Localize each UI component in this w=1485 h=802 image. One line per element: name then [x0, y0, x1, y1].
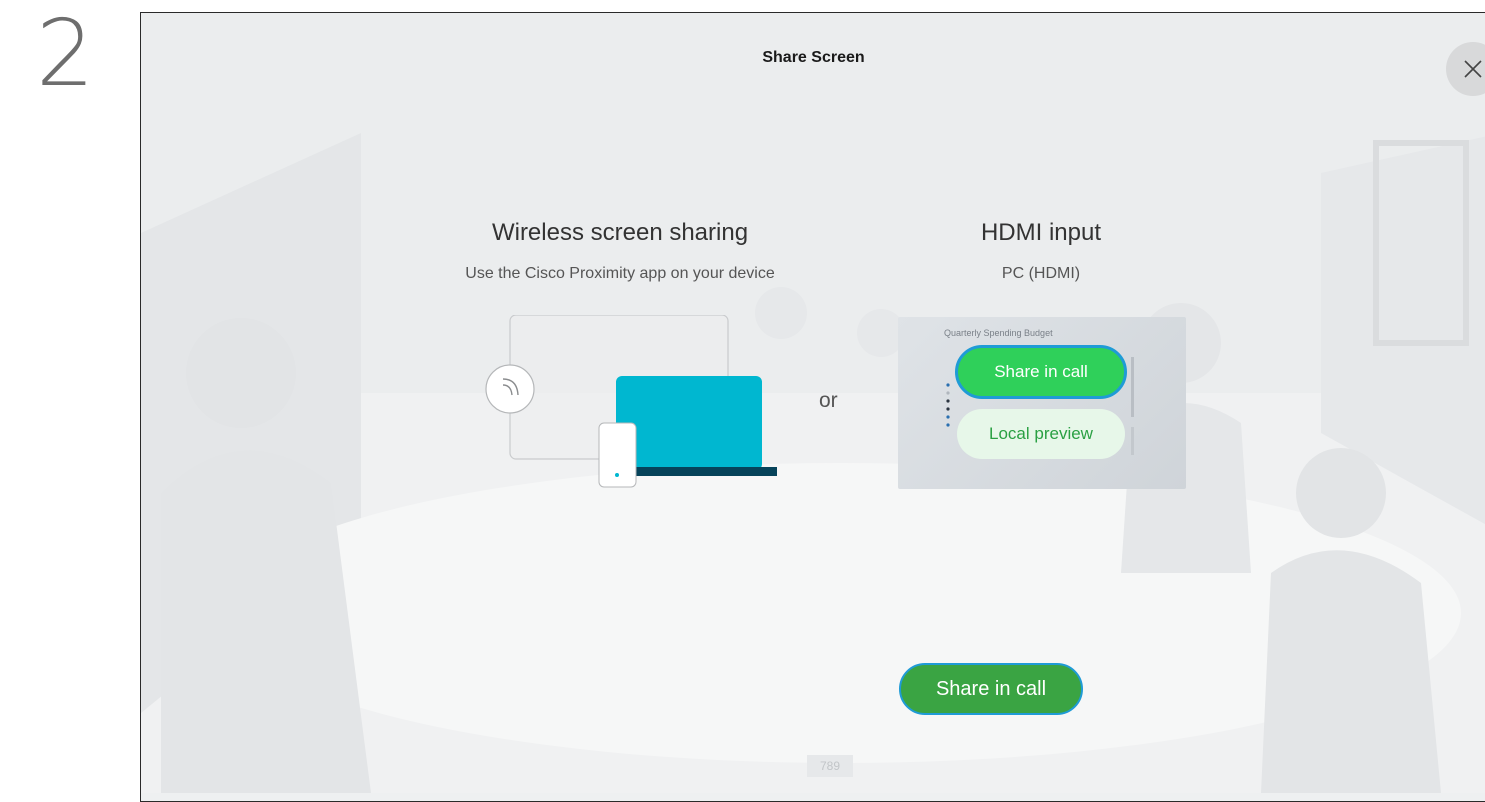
local-preview-button[interactable]: Local preview: [957, 409, 1125, 459]
hdmi-subtitle: PC (HDMI): [1001, 265, 1081, 282]
hdmi-preview-thumbnail[interactable]: Quarterly Spending Budget Share in call …: [898, 317, 1186, 489]
share-screen-dialog: Share Screen Wireless screen sharing Use…: [140, 12, 1485, 802]
share-in-call-button[interactable]: Share in call: [899, 663, 1083, 715]
hdmi-title: HDMI input: [980, 219, 1102, 246]
dialog-title: Share Screen: [762, 49, 865, 66]
close-icon: [1464, 60, 1482, 78]
bottom-label: 789: [807, 755, 853, 777]
wireless-subtitle: Use the Cisco Proximity app on your devi…: [465, 265, 775, 282]
meeting-room-background: [141, 13, 1485, 793]
step-number: 2: [36, 0, 95, 107]
wireless-title: Wireless screen sharing: [491, 219, 749, 246]
or-separator: or: [819, 389, 838, 412]
share-in-call-preview-button[interactable]: Share in call: [955, 345, 1127, 399]
preview-document-content: [946, 357, 1134, 455]
wireless-sharing-illustration: [485, 315, 777, 488]
